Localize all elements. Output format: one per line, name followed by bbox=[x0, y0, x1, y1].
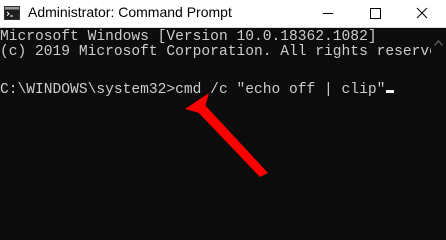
scroll-up-icon[interactable] bbox=[434, 33, 443, 51]
window-title: Administrator: Command Prompt bbox=[28, 4, 232, 20]
close-button[interactable] bbox=[398, 0, 446, 27]
minimize-button[interactable] bbox=[305, 0, 351, 27]
command-prompt-window: Administrator: Command Prompt Microsoft … bbox=[0, 0, 446, 211]
console-line-copyright: (c) 2019 Microsoft Corporation. All righ… bbox=[0, 44, 446, 60]
scrollbar[interactable] bbox=[431, 28, 446, 211]
cmd-icon[interactable] bbox=[4, 6, 20, 20]
minimize-icon bbox=[323, 13, 333, 14]
close-icon bbox=[416, 7, 428, 19]
title-bar[interactable]: Administrator: Command Prompt bbox=[0, 0, 446, 28]
text-cursor bbox=[386, 90, 395, 93]
red-arrow-icon bbox=[185, 93, 285, 183]
maximize-button[interactable] bbox=[352, 0, 398, 27]
maximize-icon bbox=[370, 8, 381, 19]
